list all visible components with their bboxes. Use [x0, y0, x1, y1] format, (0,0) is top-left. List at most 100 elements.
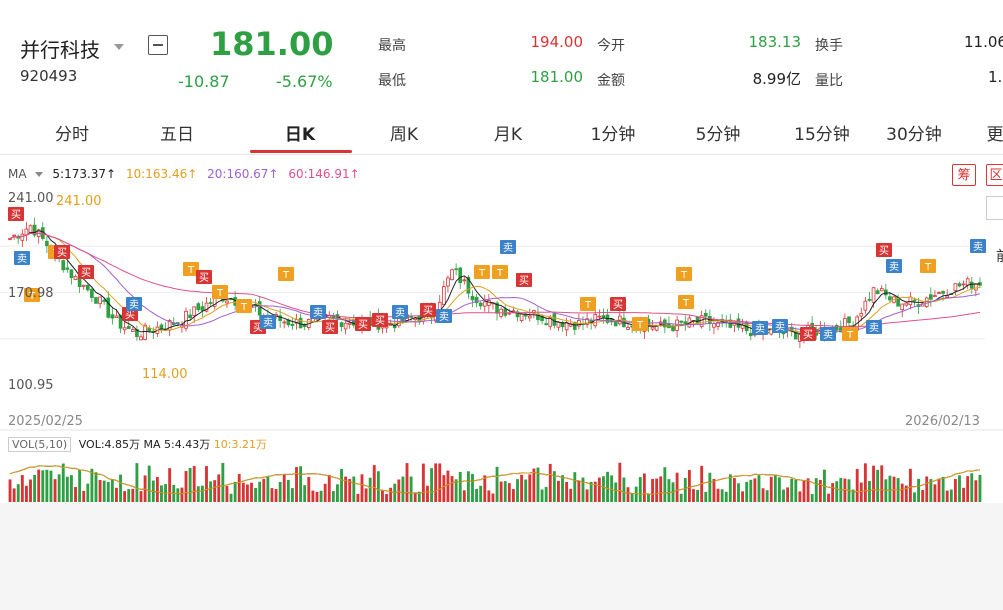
volume-bar — [160, 485, 163, 502]
volume-bar — [757, 475, 761, 502]
tab-intraday[interactable]: 分时 — [40, 120, 104, 145]
volume-bar — [266, 476, 270, 502]
volume-bar — [29, 479, 32, 502]
volume-bar — [483, 475, 487, 502]
volume-bar — [331, 491, 335, 502]
low-label: 最低 — [378, 73, 406, 89]
badge-label: T — [584, 300, 592, 311]
volume-bar — [413, 492, 417, 502]
candle-body — [90, 288, 94, 298]
candle-body — [81, 284, 86, 287]
badge-label: 卖 — [263, 317, 273, 329]
volume-bar — [569, 488, 573, 502]
volume-bar — [475, 488, 479, 502]
tab-5min[interactable]: 5分钟 — [682, 120, 754, 145]
volume-bar — [708, 472, 712, 502]
volume-bar — [307, 476, 311, 502]
sell-signal-badge: 卖 — [500, 240, 516, 254]
candle-body — [924, 297, 929, 307]
volume-bar — [933, 484, 937, 502]
volume-bar — [209, 481, 213, 502]
badge-label: T — [240, 302, 248, 313]
tab-five-day[interactable]: 五日 — [145, 120, 209, 145]
ma60-line — [9, 232, 981, 328]
collapse-icon[interactable] — [148, 35, 168, 55]
side-panel-toggle[interactable] — [986, 196, 1003, 220]
badge-label: 卖 — [823, 329, 833, 341]
volume-bar — [340, 468, 343, 502]
volume-bars — [8, 462, 982, 502]
volume-bar — [94, 472, 98, 502]
badge-label: 买 — [81, 267, 91, 279]
stock-name[interactable]: 并行科技 — [20, 34, 100, 63]
volume-bar — [20, 475, 24, 502]
volume-bar — [802, 480, 806, 502]
interval-button[interactable]: 区 — [986, 164, 1003, 186]
ma-dropdown-icon[interactable] — [34, 172, 43, 177]
candle-body — [298, 317, 303, 329]
volume-bar — [638, 477, 642, 502]
candle-body — [225, 300, 229, 304]
volume-bar — [528, 474, 532, 502]
volume-bar — [925, 476, 929, 502]
ma20-line — [9, 232, 981, 332]
volume-bar — [716, 488, 720, 502]
volume-bar — [180, 487, 184, 502]
volume-bar — [540, 489, 544, 502]
candle-body — [114, 315, 119, 319]
ma10-value: 10:163.46↑ — [125, 167, 198, 181]
ma-label: MA — [8, 167, 27, 181]
volume-bar — [458, 471, 462, 502]
tab-monthly-k[interactable]: 月K — [476, 120, 540, 145]
candle-body — [875, 290, 880, 295]
buy-signal-badge: 买 — [196, 270, 212, 284]
candle-body — [159, 324, 164, 329]
ma20-value: 20:160.67↑ — [207, 167, 279, 181]
candle-body — [282, 321, 287, 324]
volume-indicator-tag[interactable]: VOL(5,10) — [8, 437, 72, 452]
volume-ma5: MA 5:4.43万 — [143, 438, 211, 451]
candle-body — [883, 289, 888, 296]
tab-daily-k[interactable]: 日K — [268, 120, 332, 145]
tab-1min[interactable]: 1分钟 — [577, 120, 649, 145]
chip-distribution-button[interactable]: 筹 — [952, 164, 976, 186]
chevron-down-icon[interactable] — [114, 44, 124, 50]
volume-bar — [12, 488, 16, 502]
volume-bar — [466, 471, 470, 502]
volume-bar — [323, 483, 327, 502]
candle-body — [703, 312, 708, 317]
t-signal-badge: T — [474, 265, 490, 279]
volume-bar — [634, 486, 638, 502]
volume-bar — [65, 476, 69, 502]
badge-label: 卖 — [503, 242, 513, 254]
volume-bar — [78, 469, 82, 502]
candle-body — [953, 283, 958, 292]
turnover-label: 换手 — [815, 38, 843, 54]
sell-signal-badge: 卖 — [886, 259, 902, 273]
candle-body — [94, 297, 98, 304]
tab-15min[interactable]: 15分钟 — [786, 120, 858, 145]
volume-bar — [520, 474, 524, 502]
candle-body — [73, 275, 78, 281]
volume-bar — [732, 478, 736, 502]
tab-more[interactable]: 更 — [985, 120, 1003, 145]
ma-legend[interactable]: MA 5:173.37↑ 10:163.46↑ 20:160.67↑ 60:14… — [8, 167, 366, 181]
period-tabs: 分时 五日 日K 周K 月K 1分钟 5分钟 15分钟 30分钟 更 — [0, 110, 1003, 155]
candle-body — [912, 299, 917, 302]
t-signal-badge: T — [212, 285, 228, 299]
volume-bar — [221, 463, 225, 502]
volume-bar — [102, 480, 106, 502]
volume-bar — [405, 463, 409, 502]
volume-legend[interactable]: VOL(5,10) VOL:4.85万 MA 5:4.43万 10:3.21万 — [8, 436, 267, 452]
tab-30min[interactable]: 30分钟 — [878, 120, 950, 145]
volume-bar — [761, 488, 765, 502]
tab-weekly-k[interactable]: 周K — [372, 120, 436, 145]
buy-signal-badge: 买 — [610, 297, 626, 311]
volume-bar — [863, 463, 867, 502]
volume-bar — [98, 480, 102, 502]
volume-bar — [176, 488, 180, 502]
y-axis-bottom: 100.95 — [8, 378, 54, 393]
volume-bar — [364, 488, 368, 502]
candle-body — [859, 312, 864, 317]
volume-bar — [241, 482, 245, 502]
